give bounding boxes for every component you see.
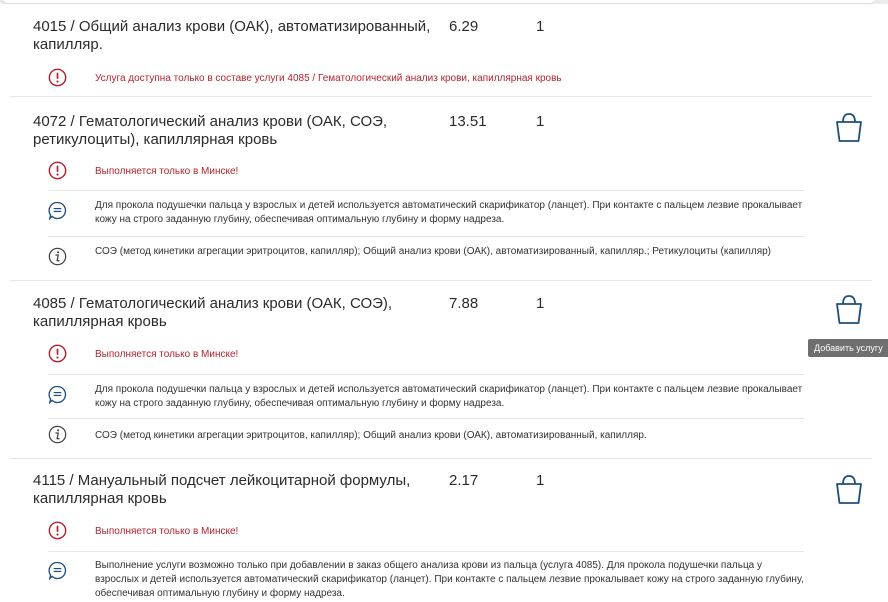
service-price: 2.17 — [449, 472, 479, 489]
basket-icon — [836, 113, 862, 142]
service-title: 4072 / Гематологический анализ крови (ОА… — [33, 113, 388, 148]
note-text: Выполняется только в Минске! — [95, 166, 239, 177]
basket-icon — [836, 475, 862, 504]
exclamation-circle-icon — [48, 521, 67, 540]
note-text: Выполнение услуги возможно только при до… — [95, 560, 804, 599]
note-text: Выполняется только в Минске! — [95, 526, 239, 537]
note-text: Выполняется только в Минске! — [95, 349, 239, 360]
divider — [48, 551, 804, 552]
add-to-cart-button[interactable] — [834, 472, 864, 506]
note-text: Для прокола подушечки пальца у взрослых … — [95, 384, 803, 409]
service-quantity: 1 — [536, 113, 545, 130]
service-note: Для прокола подушечки пальца у взрослых … — [48, 198, 804, 230]
info-icon — [48, 247, 67, 266]
service-note: Выполняется только в Минске! — [48, 344, 804, 366]
note-text: СОЭ (метод кинетики агрегации эритроцито… — [95, 246, 771, 257]
add-to-cart-button[interactable] — [834, 110, 864, 144]
divider — [48, 374, 804, 375]
note-text: Услуга доступна только в составе услуги … — [95, 73, 562, 84]
service-price: 13.51 — [449, 113, 487, 130]
comment-icon — [48, 385, 67, 405]
basket-icon — [836, 295, 862, 324]
service-note: Выполняется только в Минске! — [48, 521, 804, 543]
service-price: 7.88 — [449, 295, 479, 312]
service-note: Услуга доступна только в составе услуги … — [48, 68, 804, 88]
exclamation-circle-icon — [48, 344, 67, 363]
divider — [48, 236, 804, 237]
service-price: 6.29 — [449, 18, 479, 35]
service-title: 4015 / Общий анализ крови (ОАК), автомат… — [33, 18, 431, 53]
exclamation-circle-icon — [48, 161, 67, 180]
service-quantity: 1 — [536, 472, 545, 489]
comment-icon — [48, 561, 67, 581]
service-note: Выполнение услуги возможно только при до… — [48, 558, 804, 602]
add-to-cart-button[interactable] — [834, 292, 864, 326]
exclamation-circle-icon — [48, 68, 67, 87]
service-title: 4085 / Гематологический анализ крови (ОА… — [33, 295, 393, 330]
service-note: Выполняется только в Минске! — [48, 161, 804, 183]
service-quantity: 1 — [536, 18, 545, 35]
service-note: Для прокола подушечки пальца у взрослых … — [48, 382, 804, 414]
comment-icon — [48, 201, 67, 221]
service-title: 4115 / Мануальный подсчет лейкоцитарной … — [33, 472, 411, 507]
add-service-tooltip: Добавить услугу — [808, 339, 888, 357]
note-text: СОЭ (метод кинетики агрегации эритроцито… — [95, 430, 647, 441]
service-note: СОЭ (метод кинетики агрегации эритроцито… — [48, 244, 804, 276]
service-quantity: 1 — [536, 295, 545, 312]
service-note: СОЭ (метод кинетики агрегации эритроцито… — [48, 425, 804, 447]
divider — [48, 418, 804, 419]
info-icon — [48, 425, 67, 444]
divider — [48, 190, 804, 191]
note-text: Для прокола подушечки пальца у взрослых … — [95, 200, 803, 225]
